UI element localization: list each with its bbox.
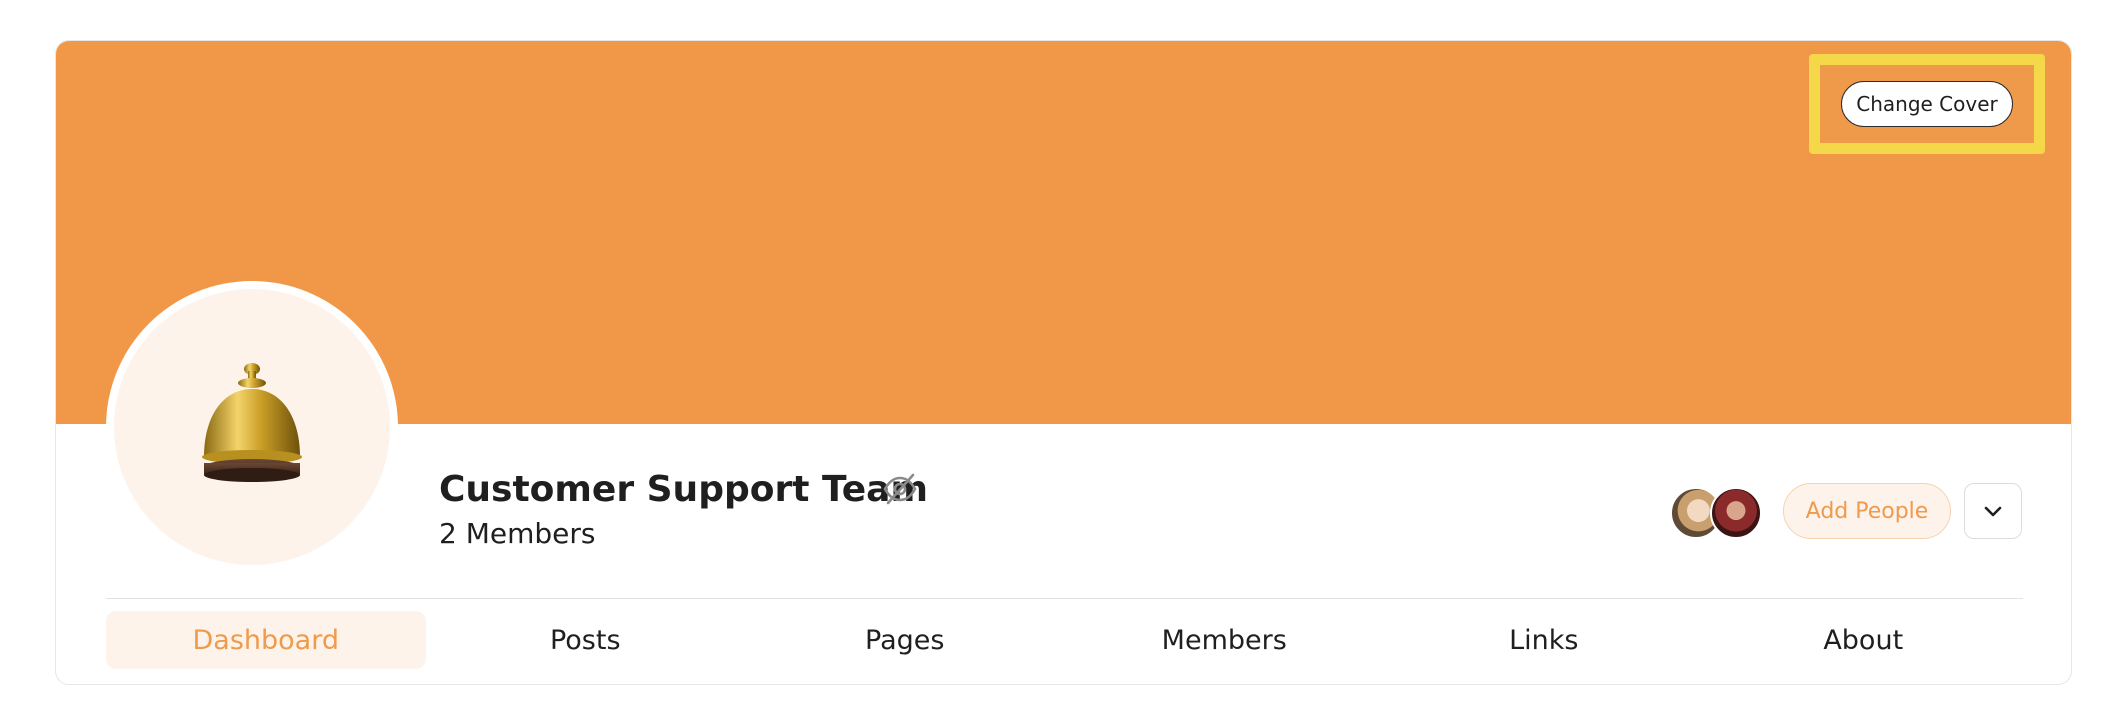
group-avatar[interactable] [106,281,398,573]
group-title: Customer Support Team [439,469,928,510]
member-avatars[interactable] [1670,487,1766,539]
tab-about[interactable]: About [1704,611,2024,669]
more-options-button[interactable] [1964,483,2022,539]
service-bell-icon [202,363,302,482]
tab-dashboard[interactable]: Dashboard [106,611,426,669]
members-count: 2 Members [439,517,596,550]
chevron-down-icon [1984,506,2002,517]
tab-links[interactable]: Links [1384,611,1704,669]
tabs-divider [106,598,2023,599]
group-tabs: Dashboard Posts Pages Members Links Abou… [106,611,2023,669]
group-header-card: Change Cover Customer Support Team 2 Mem… [55,40,2072,685]
tab-members[interactable]: Members [1065,611,1385,669]
group-avatar-background [114,289,390,565]
tab-pages[interactable]: Pages [745,611,1065,669]
change-cover-highlight: Change Cover [1809,54,2045,154]
add-people-button[interactable]: Add People [1783,483,1951,539]
member-avatar-2[interactable] [1710,487,1762,539]
eye-off-icon [883,473,917,505]
change-cover-button[interactable]: Change Cover [1841,81,2013,127]
tab-posts[interactable]: Posts [426,611,746,669]
